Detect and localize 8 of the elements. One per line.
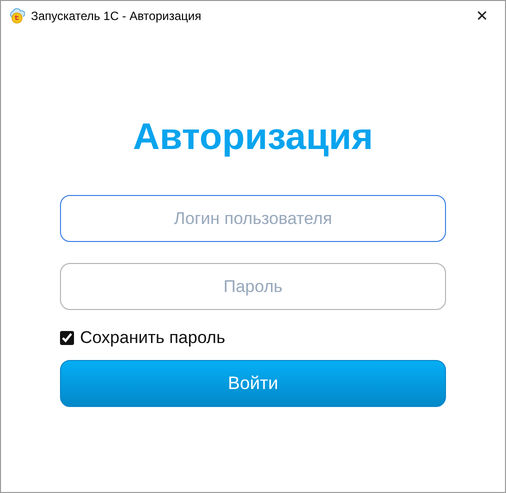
input-field[interactable]: Пароль <box>60 263 446 310</box>
window-title: Запускатель 1С - Авторизация <box>31 9 202 23</box>
remember-checkbox[interactable] <box>60 331 74 345</box>
close-button[interactable]: ✕ <box>459 1 505 31</box>
page-heading: Авторизация <box>132 115 374 159</box>
input-field[interactable]: Логин пользователя <box>60 195 446 242</box>
remember-label: Сохранить пароль <box>80 328 226 348</box>
cloud-logo-icon <box>9 8 25 24</box>
